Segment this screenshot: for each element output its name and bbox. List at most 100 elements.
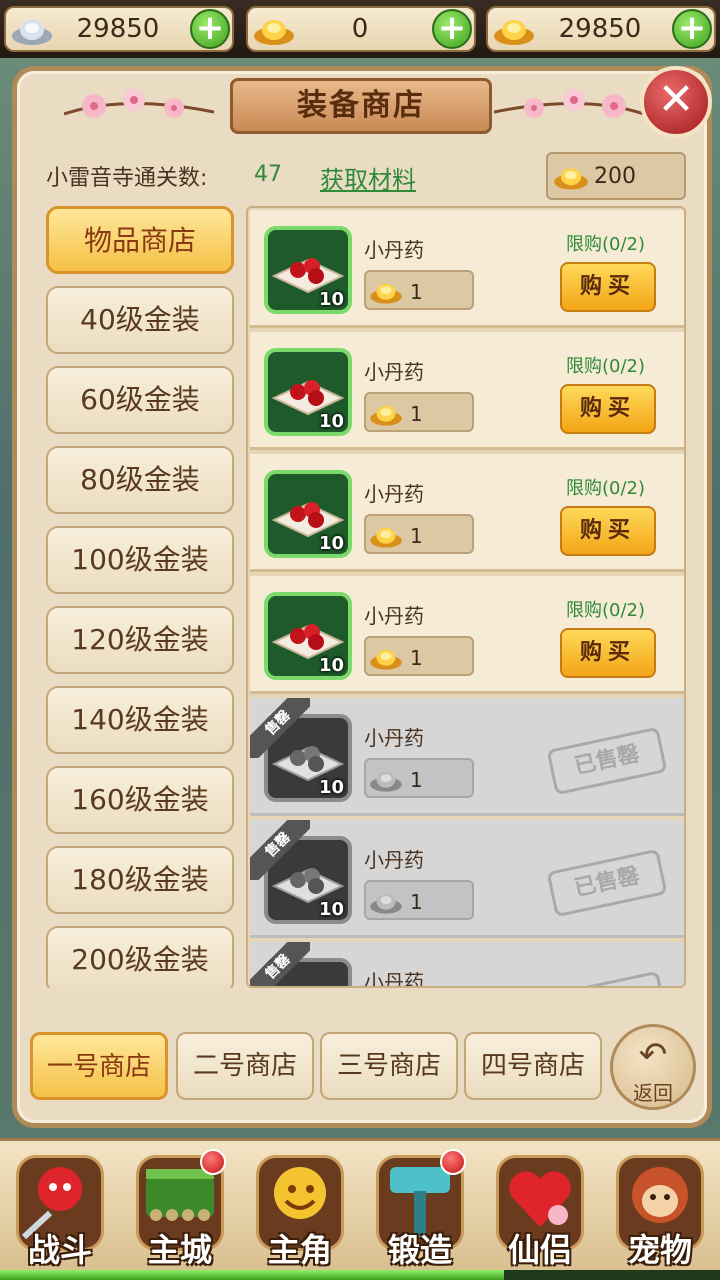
close-icon: ✕ bbox=[657, 74, 695, 125]
purchase-limit: 限购(0/2) bbox=[566, 234, 646, 255]
bottom-nav: 战斗 主城 主角 锻造 仙侣 宠物 bbox=[0, 1138, 720, 1280]
item-name: 小丹药 bbox=[364, 604, 424, 628]
item-price: 1 bbox=[364, 880, 474, 920]
item-list: 10 小丹药 1 限购(0/2) 购买 10 小丹药 1 限购(0/2) 购买 … bbox=[246, 206, 686, 988]
list-item: 10 小丹药 1 限购(0/2) 购买 bbox=[250, 332, 684, 450]
purchase-limit: 限购(0/2) bbox=[566, 356, 646, 377]
gold-amount: 0 bbox=[351, 14, 369, 44]
notification-dot bbox=[200, 1149, 226, 1175]
item-price: 1 bbox=[364, 514, 474, 554]
tab-shop-1[interactable]: 一号商店 bbox=[30, 1032, 168, 1100]
purchase-limit: 限购(0/2) bbox=[566, 600, 646, 621]
item-name: 小丹药 bbox=[364, 726, 424, 750]
list-item: 10 售罄 小丹药 1 已售罄 bbox=[250, 698, 684, 816]
sold-out-stamp: 已售罄 bbox=[546, 726, 668, 796]
category-item-100[interactable]: 100级金装 bbox=[46, 526, 234, 594]
close-button[interactable]: ✕ bbox=[640, 66, 712, 138]
nav-partner[interactable]: 仙侣 bbox=[484, 1147, 596, 1277]
list-item: 10 售罄 小丹药 1 已售罄 bbox=[250, 942, 684, 988]
gold-ingot-icon bbox=[370, 527, 402, 548]
bound-gold-amount: 29850 bbox=[558, 14, 642, 44]
item-price-value: 1 bbox=[410, 646, 423, 670]
nav-hero[interactable]: 主角 bbox=[244, 1147, 356, 1277]
item-name: 小丹药 bbox=[364, 238, 424, 262]
category-item-60[interactable]: 60级金装 bbox=[46, 366, 234, 434]
list-item: 10 小丹药 1 限购(0/2) 购买 bbox=[250, 210, 684, 328]
tab-shop-3[interactable]: 三号商店 bbox=[320, 1032, 458, 1100]
add-gold-button[interactable]: + bbox=[432, 9, 472, 49]
category-item-120[interactable]: 120级金装 bbox=[46, 606, 234, 674]
item-quantity: 10 bbox=[318, 655, 344, 676]
progress-fill bbox=[0, 1270, 504, 1280]
buy-button[interactable]: 购买 bbox=[560, 262, 656, 312]
category-item-40[interactable]: 40级金装 bbox=[46, 286, 234, 354]
purchase-limit: 限购(0/2) bbox=[566, 478, 646, 499]
tab-shop-2[interactable]: 二号商店 bbox=[176, 1032, 314, 1100]
item-name: 小丹药 bbox=[364, 848, 424, 872]
tab-shop-4[interactable]: 四号商店 bbox=[464, 1032, 602, 1100]
item-thumbnail[interactable]: 10 bbox=[264, 348, 352, 436]
item-price-value: 1 bbox=[410, 280, 423, 304]
clear-count-label: 小雷音寺通关数: bbox=[46, 166, 208, 191]
item-thumbnail[interactable]: 10 bbox=[264, 226, 352, 314]
page-title: 装备商店 bbox=[230, 78, 492, 134]
sold-out-ribbon: 售罄 bbox=[250, 698, 310, 758]
gold-balance: 200 bbox=[546, 152, 686, 200]
item-price: 1 bbox=[364, 758, 474, 798]
category-list: 物品商店 40级金装 60级金装 80级金装 100级金装 120级金装 140… bbox=[44, 204, 236, 988]
nav-main-city[interactable]: 主城 bbox=[124, 1147, 236, 1277]
back-arrow-icon: ↶ bbox=[638, 1035, 668, 1075]
item-name: 小丹药 bbox=[364, 970, 424, 988]
silver-ingot-icon bbox=[12, 20, 52, 45]
gold-ingot-icon bbox=[370, 893, 402, 914]
item-name: 小丹药 bbox=[364, 360, 424, 384]
item-quantity: 10 bbox=[318, 411, 344, 432]
nav-battle[interactable]: 战斗 bbox=[4, 1147, 116, 1277]
sold-out-ribbon: 售罄 bbox=[250, 820, 310, 880]
buy-button[interactable]: 购买 bbox=[560, 506, 656, 556]
item-quantity: 10 bbox=[318, 899, 344, 920]
sold-out-stamp: 已售罄 bbox=[546, 970, 668, 986]
peach-blossom-decoration-icon bbox=[494, 89, 644, 118]
back-button[interactable]: ↶ 返回 bbox=[610, 1024, 696, 1110]
item-price: 1 bbox=[364, 636, 474, 676]
category-item-160[interactable]: 160级金装 bbox=[46, 766, 234, 834]
silver-currency: 29850 + bbox=[4, 6, 234, 52]
item-quantity: 10 bbox=[318, 533, 344, 554]
buy-button[interactable]: 购买 bbox=[560, 628, 656, 678]
category-item-180[interactable]: 180级金装 bbox=[46, 846, 234, 914]
category-item-80[interactable]: 80级金装 bbox=[46, 446, 234, 514]
item-name: 小丹药 bbox=[364, 482, 424, 506]
item-price-value: 1 bbox=[410, 402, 423, 426]
list-item: 10 小丹药 1 限购(0/2) 购买 bbox=[250, 454, 684, 572]
progress-bar bbox=[0, 1270, 720, 1280]
buy-button[interactable]: 购买 bbox=[560, 384, 656, 434]
currency-bar: 29850 + 0 + 29850 + bbox=[0, 0, 720, 58]
gold-balance-value: 200 bbox=[594, 164, 636, 189]
bound-gold-currency: 29850 + bbox=[486, 6, 716, 52]
gold-currency: 0 + bbox=[246, 6, 476, 52]
get-material-link[interactable]: 获取材料 bbox=[320, 160, 416, 195]
gold-ingot-icon bbox=[370, 405, 402, 426]
item-quantity: 10 bbox=[318, 777, 344, 798]
gold-ingot-icon bbox=[370, 771, 402, 792]
item-price-value: 1 bbox=[410, 524, 423, 548]
add-bound-gold-button[interactable]: + bbox=[672, 9, 712, 49]
gold-ingot-icon bbox=[370, 283, 402, 304]
category-item-200[interactable]: 200级金装 bbox=[46, 926, 234, 988]
category-item-140[interactable]: 140级金装 bbox=[46, 686, 234, 754]
sold-out-stamp: 已售罄 bbox=[546, 848, 668, 918]
item-price: 1 bbox=[364, 270, 474, 310]
item-thumbnail[interactable]: 10 bbox=[264, 470, 352, 558]
category-item-shop[interactable]: 物品商店 bbox=[46, 206, 234, 274]
add-silver-button[interactable]: + bbox=[190, 9, 230, 49]
item-quantity: 10 bbox=[318, 289, 344, 310]
peach-blossom-decoration-icon bbox=[64, 89, 214, 118]
clear-count-value: 47 bbox=[254, 162, 282, 187]
list-item: 10 售罄 小丹药 1 已售罄 bbox=[250, 820, 684, 938]
nav-pet[interactable]: 宠物 bbox=[604, 1147, 716, 1277]
back-label: 返回 bbox=[633, 1081, 673, 1105]
item-thumbnail[interactable]: 10 bbox=[264, 592, 352, 680]
gold-ingot-icon bbox=[494, 20, 534, 45]
nav-forge[interactable]: 锻造 bbox=[364, 1147, 476, 1277]
